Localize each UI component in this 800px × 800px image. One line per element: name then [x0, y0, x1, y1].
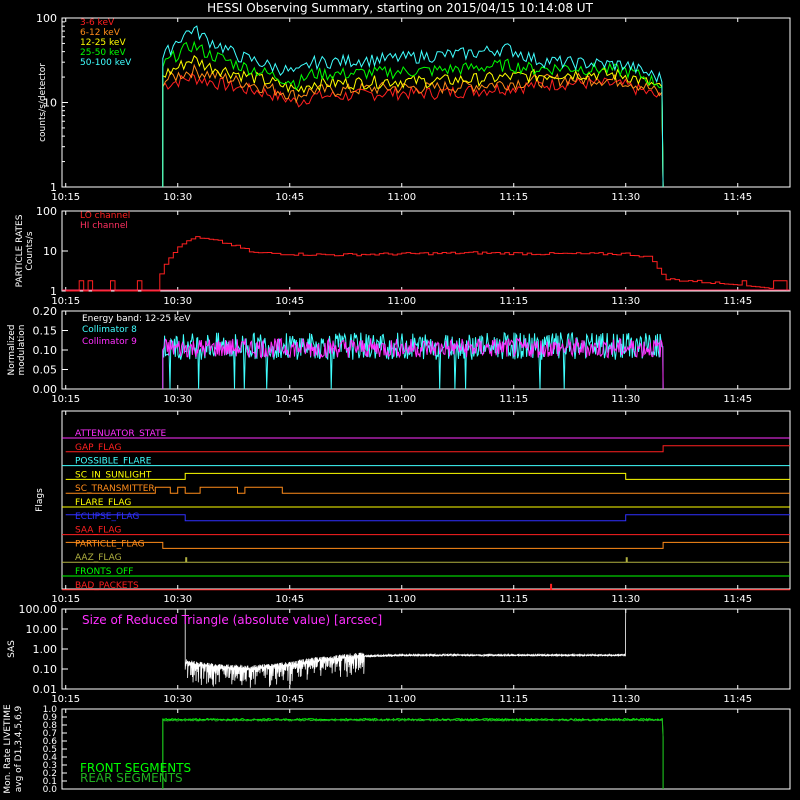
x-tick-label: 11:15	[499, 192, 528, 203]
series-line-REARSEGMENTS	[162, 718, 664, 789]
x-tick-label: 11:15	[499, 594, 528, 605]
series-line-LOchannel	[65, 236, 788, 292]
y-tick-label: 0.05	[33, 364, 58, 377]
y-axis-label: PARTICLE RATES	[15, 214, 25, 287]
x-tick-label: 11:00	[387, 296, 416, 307]
x-tick-label: 10:45	[275, 296, 304, 307]
x-tick-label: 10:45	[275, 394, 304, 405]
x-tick-label: 11:00	[387, 394, 416, 405]
legend-entry: LO channel	[80, 211, 130, 221]
series-line-FRONTSEGMENTS	[162, 717, 664, 789]
flag-label: SC_IN_SUNLIGHT	[75, 470, 152, 480]
y-axis-label: Normalized	[7, 324, 17, 375]
y-axis-label: Flags	[35, 488, 45, 512]
y-tick-label: 1.0	[43, 705, 58, 715]
y-axis-label: Counts/s	[25, 231, 35, 270]
y-tick-label: 0.10	[33, 344, 58, 357]
bad-packets-blip	[550, 583, 553, 590]
x-tick-label: 11:30	[611, 594, 640, 605]
legend-entry: 50-100 keV	[80, 58, 132, 68]
series-line-6-12keV	[162, 63, 664, 188]
sas-annotation: Size of Reduced Triangle (absolute value…	[82, 613, 382, 627]
series-line-3-6keV	[162, 73, 664, 188]
x-tick-label: 11:15	[499, 694, 528, 705]
y-axis-label: counts/s/detector	[38, 63, 48, 142]
x-tick-label: 11:15	[499, 296, 528, 307]
aaz-flag-blip	[625, 557, 628, 563]
x-tick-label: 10:30	[163, 694, 192, 705]
x-tick-label: 11:30	[611, 694, 640, 705]
y-tick-label: 1	[50, 285, 57, 298]
flag-label: ECLIPSE_FLAG	[75, 512, 139, 522]
y-axis-label: avg of D1,3,4,5,6,9	[14, 705, 24, 792]
flag-label: BAD_PACKETS	[75, 581, 139, 591]
legend-entry: REAR SEGMENTS	[80, 771, 183, 785]
y-tick-label: 1	[50, 181, 57, 194]
x-tick-label: 11:00	[387, 594, 416, 605]
flag-line-eclipse_flag	[65, 514, 790, 522]
series-line-Collimator8	[162, 331, 664, 390]
x-tick-label: 10:30	[163, 296, 192, 307]
panel-frame-1	[61, 210, 791, 292]
y-axis-label: SAS	[7, 640, 17, 658]
y-axis-label: modulation	[17, 325, 27, 376]
x-tick-label: 11:15	[499, 394, 528, 405]
chart-title: HESSI Observing Summary, starting on 201…	[207, 1, 593, 15]
legend-entry: 25-50 keV	[80, 48, 126, 58]
x-tick-label: 11:30	[611, 394, 640, 405]
y-tick-label: 0.01	[33, 683, 58, 696]
y-tick-label: 1.00	[33, 643, 58, 656]
x-tick-label: 11:45	[723, 296, 752, 307]
legend-entry: Collimator 9	[82, 337, 137, 347]
x-tick-label: 10:45	[275, 594, 304, 605]
flag-label: SAA_FLAG	[75, 526, 121, 536]
legend-entry: Collimator 8	[82, 325, 137, 335]
y-tick-label: 100	[36, 12, 57, 25]
x-tick-label: 11:00	[387, 694, 416, 705]
flag-line-particle_flag	[65, 541, 790, 549]
flag-label: FRONTS_OFF	[75, 567, 133, 577]
panel-frame-0	[61, 17, 791, 188]
flag-label: GAP_FLAG	[75, 443, 121, 453]
hessi-summary-chart: HESSI Observing Summary, starting on 201…	[3, 1, 791, 795]
x-tick-label: 11:00	[387, 192, 416, 203]
flag-label: SC_TRANSMITTER	[75, 484, 155, 494]
legend-entry: 12-25 keV	[80, 38, 126, 48]
legend-entry: 6-12 keV	[80, 28, 121, 38]
flag-label: AAZ_FLAG	[75, 553, 122, 563]
y-tick-label: 0.20	[33, 305, 58, 318]
flag-label: PARTICLE_FLAG	[75, 539, 145, 549]
y-tick-label: 0.00	[33, 383, 58, 396]
x-tick-label: 11:30	[611, 192, 640, 203]
x-tick-label: 11:30	[611, 296, 640, 307]
x-tick-label: 10:45	[275, 694, 304, 705]
flag-label: ATTENUATOR_STATE	[75, 429, 167, 439]
y-tick-label: 100	[36, 205, 57, 218]
x-tick-label: 11:45	[723, 394, 752, 405]
y-tick-label: 0.15	[33, 325, 58, 338]
x-tick-label: 11:45	[723, 192, 752, 203]
x-tick-label: 10:30	[163, 394, 192, 405]
series-line-50-100keV	[162, 25, 664, 188]
x-tick-label: 10:30	[163, 192, 192, 203]
y-axis-label: Mon. Rate LIVETIME	[3, 704, 13, 794]
x-tick-label: 11:45	[723, 594, 752, 605]
flag-line-sc_transmitter	[65, 486, 790, 494]
x-tick-label: 11:45	[723, 694, 752, 705]
series-line-25-50keV	[162, 40, 664, 188]
legend-entry: 3-6 keV	[80, 18, 115, 28]
y-tick-label: 0.10	[33, 663, 58, 676]
aaz-flag-blip	[185, 557, 188, 563]
y-tick-label: 100.00	[19, 603, 58, 616]
flag-line-sc_in_sunlight	[65, 472, 790, 480]
flag-label: FLARE_FLAG	[75, 498, 131, 508]
energy-band-annotation: Energy band: 12-25 keV	[82, 314, 191, 324]
y-tick-label: 10	[43, 245, 57, 258]
y-tick-label: 10.00	[26, 623, 58, 636]
flag-line-gap_flag	[65, 445, 790, 453]
legend-entry: HI channel	[80, 221, 128, 231]
x-tick-label: 10:45	[275, 192, 304, 203]
x-tick-label: 10:30	[163, 594, 192, 605]
flag-label: POSSIBLE_FLARE	[75, 457, 152, 467]
